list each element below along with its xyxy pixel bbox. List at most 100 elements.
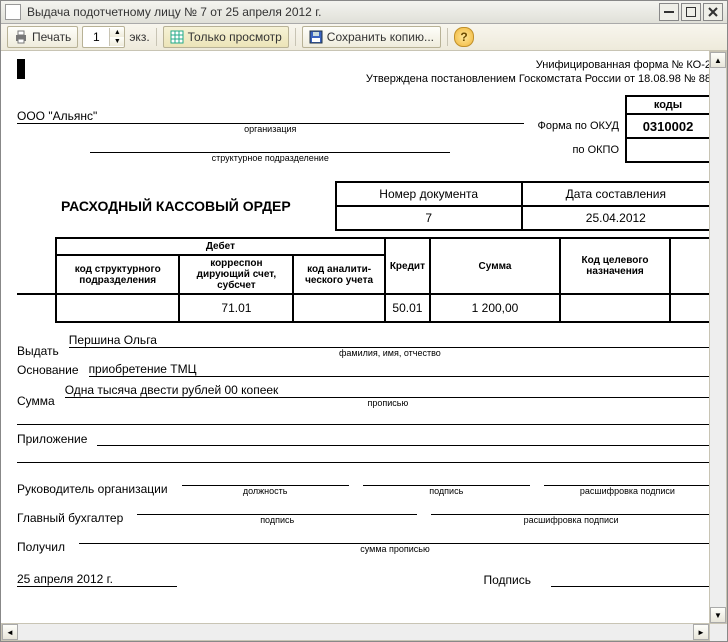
print-button[interactable]: Печать — [7, 26, 78, 48]
attach-label: Приложение — [17, 432, 87, 446]
app-window: Выдача подотчетному лицу № 7 от 25 апрел… — [0, 0, 728, 642]
received-row: Получил сумма прописью — [17, 529, 711, 554]
sum-words-caption: сумма прописью — [360, 544, 430, 554]
doc-no-value: 7 — [336, 206, 522, 230]
form-header-text: Унифицированная форма № КО-2 Утверждена … — [47, 59, 711, 85]
subunit-caption: структурное подразделение — [90, 153, 450, 163]
sum-value: Одна тысяча двести рублей 00 копеек — [65, 383, 711, 398]
copies-input[interactable] — [83, 27, 109, 47]
scroll-left-button[interactable]: ◄ — [2, 624, 18, 640]
doc-date-label: Дата составления — [522, 182, 710, 206]
basis-value: приобретение ТМЦ — [89, 362, 711, 377]
toolbar-separator — [295, 28, 296, 46]
position-caption: должность — [243, 486, 288, 496]
horizontal-scrollbar[interactable]: ◄ ► — [1, 623, 710, 641]
sign-label: Подпись — [484, 573, 532, 587]
attach-value — [97, 431, 711, 446]
copies-spinner[interactable]: ▲ ▼ — [82, 26, 125, 48]
head-label: Руководитель организации — [17, 482, 168, 496]
attach-row: Приложение — [17, 431, 711, 446]
accountant-label: Главный бухгалтер — [17, 511, 123, 525]
organization-value: ООО "Альянс" — [17, 109, 524, 124]
basis-label: Основание — [17, 363, 79, 377]
cell-blank — [670, 294, 710, 322]
scroll-down-button[interactable]: ▼ — [710, 607, 726, 623]
cell-corr: 71.01 — [179, 294, 293, 322]
content-area: Унифицированная форма № КО-2 Утверждена … — [1, 51, 727, 641]
save-copy-label: Сохранить копию... — [327, 30, 434, 44]
close-button[interactable] — [703, 3, 723, 21]
okpo-value — [626, 138, 710, 162]
doc-date-value: 25.04.2012 — [522, 206, 710, 230]
form-approved: Утверждена постановлением Госкомстата Ро… — [47, 73, 711, 85]
decode-caption: расшифровка подписи — [580, 486, 675, 496]
col-corr: корреспон дирующий счет, субсчет — [179, 255, 293, 294]
decode-caption2: расшифровка подписи — [524, 515, 619, 525]
issue-row: Выдать Першина Ольга фамилия, имя, отчес… — [17, 333, 711, 358]
form-name: Унифицированная форма № КО-2 — [47, 59, 711, 71]
col-sum: Сумма — [430, 238, 560, 294]
toolbar-separator — [156, 28, 157, 46]
extra-line2 — [17, 450, 711, 463]
codes-block: коды Форма по ОКУД0310002 по ОКПО — [532, 95, 712, 163]
doc-no-label: Номер документа — [336, 182, 522, 206]
accounting-table: Дебет Кредит Сумма Код целевого назначен… — [17, 237, 711, 323]
document-page: Унифицированная форма № КО-2 Утверждена … — [1, 51, 727, 617]
document-title: РАСХОДНЫЙ КАССОВЫЙ ОРДЕР — [17, 182, 336, 230]
page-marker — [17, 59, 25, 79]
document-title-block: РАСХОДНЫЙ КАССОВЫЙ ОРДЕР Номер документа… — [17, 181, 711, 231]
table-icon — [170, 30, 184, 44]
copies-up-button[interactable]: ▲ — [110, 28, 124, 37]
col-credit: Кредит — [385, 238, 430, 294]
issue-value: Першина Ольга — [69, 333, 711, 348]
table-row: 71.01 50.01 1 200,00 — [17, 294, 710, 322]
vertical-scrollbar[interactable]: ▲ ▼ — [709, 51, 727, 624]
cell-purpose — [560, 294, 670, 322]
maximize-button[interactable] — [681, 3, 701, 21]
sum-caption: прописью — [65, 398, 711, 408]
toolbar-separator — [447, 28, 448, 46]
bottom-row: 25 апреля 2012 г. Подпись — [17, 572, 711, 587]
scroll-up-button[interactable]: ▲ — [710, 52, 726, 68]
issue-caption: фамилия, имя, отчество — [69, 348, 711, 358]
codes-header: коды — [626, 96, 710, 114]
head-sign-row: Руководитель организации должность подпи… — [17, 471, 711, 496]
window-title: Выдача подотчетному лицу № 7 от 25 апрел… — [27, 5, 321, 19]
diskette-icon — [309, 30, 323, 44]
accountant-sign-row: Главный бухгалтер подпись расшифровка по… — [17, 500, 711, 525]
okpo-label: по ОКПО — [532, 138, 627, 162]
issue-label: Выдать — [17, 344, 59, 358]
sign-caption: подпись — [429, 486, 463, 496]
printer-icon — [14, 30, 28, 44]
sign-caption2: подпись — [260, 515, 294, 525]
okud-value: 0310002 — [626, 114, 710, 138]
scroll-right-button[interactable]: ► — [693, 624, 709, 640]
organization-caption: организация — [17, 124, 524, 134]
basis-row: Основание приобретение ТМЦ — [17, 362, 711, 377]
copies-down-button[interactable]: ▼ — [110, 37, 124, 46]
cell-sum: 1 200,00 — [430, 294, 560, 322]
document-icon — [5, 4, 21, 20]
help-button[interactable]: ? — [454, 27, 474, 47]
col-debet: Дебет — [56, 238, 385, 255]
col-struct: код структурного подразделения — [56, 255, 179, 294]
organization-field: ООО "Альянс" организация структурное под… — [17, 109, 524, 163]
date-value: 25 апреля 2012 г. — [17, 572, 177, 587]
cell-anal — [293, 294, 384, 322]
minimize-button[interactable] — [659, 3, 679, 21]
okud-label: Форма по ОКУД — [532, 114, 627, 138]
scrollbar-corner — [709, 623, 727, 641]
subunit-value — [90, 138, 450, 153]
cell-struct — [56, 294, 179, 322]
col-purpose: Код целевого назначения — [560, 238, 670, 294]
extra-line — [17, 412, 711, 425]
received-label: Получил — [17, 540, 65, 554]
copies-unit: экз. — [129, 30, 149, 44]
view-only-label: Только просмотр — [188, 30, 282, 44]
toolbar: Печать ▲ ▼ экз. Только просмотр Сохранит… — [1, 24, 727, 51]
print-label: Печать — [32, 30, 71, 44]
cell-credit: 50.01 — [385, 294, 430, 322]
save-copy-button[interactable]: Сохранить копию... — [302, 26, 441, 48]
view-only-button[interactable]: Только просмотр — [163, 26, 289, 48]
col-anal: код аналити- ческого учета — [293, 255, 384, 294]
